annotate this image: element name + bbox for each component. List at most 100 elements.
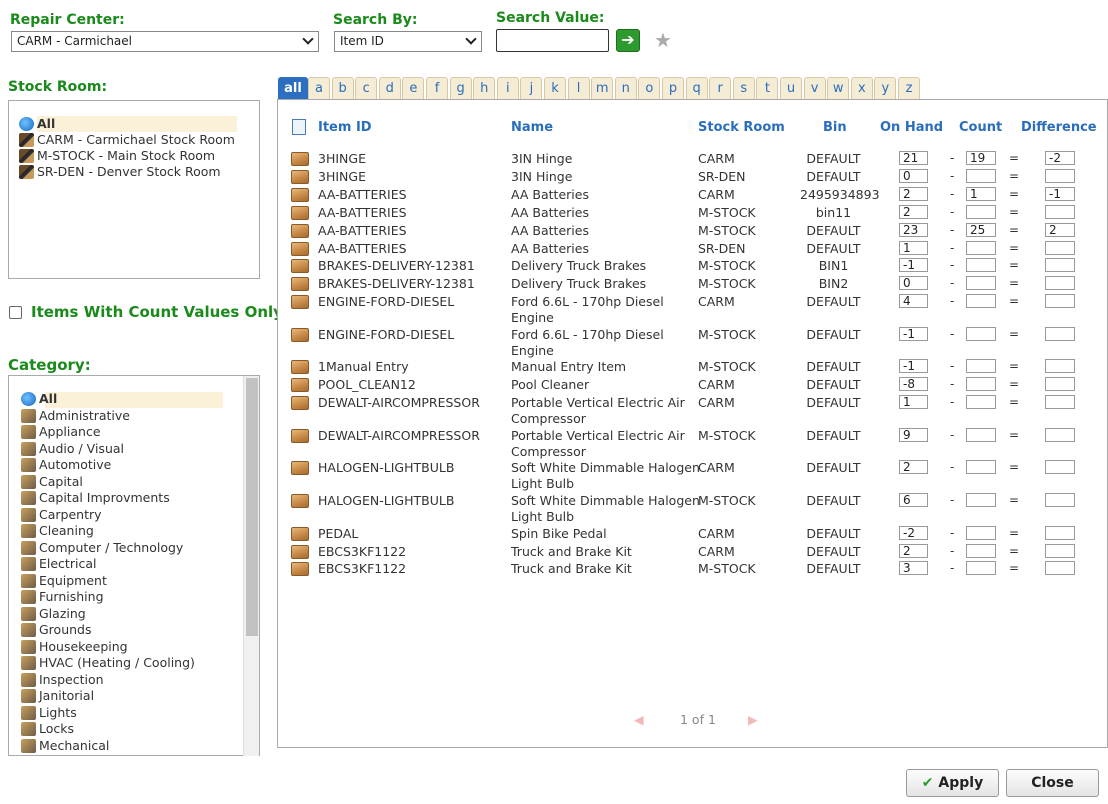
tab-r[interactable]: r (709, 77, 732, 99)
difference-field[interactable] (1045, 525, 1075, 540)
item-id[interactable]: 3HINGE (318, 151, 366, 167)
count-field[interactable]: 19 (966, 151, 996, 165)
tab-l[interactable]: l (567, 77, 590, 99)
on-hand-field[interactable]: 21 (899, 151, 928, 165)
count-field[interactable] (966, 525, 996, 540)
tab-y[interactable]: y (874, 77, 897, 99)
difference-field[interactable] (1045, 168, 1075, 183)
item-id[interactable]: DEWALT-AIRCOMPRESSOR (318, 428, 480, 444)
category-item[interactable]: Janitorial (21, 688, 94, 704)
count-field[interactable] (966, 240, 996, 255)
tab-c[interactable]: c (355, 77, 378, 99)
on-hand-field[interactable]: 6 (899, 493, 928, 507)
difference-field[interactable] (1045, 294, 1075, 309)
go-button[interactable]: ➔ (616, 29, 640, 52)
difference-field[interactable] (1045, 460, 1075, 475)
difference-field[interactable] (1045, 326, 1075, 341)
category-item[interactable]: Grounds (21, 622, 92, 638)
tab-w[interactable]: w (827, 77, 850, 99)
item-id[interactable]: AA-BATTERIES (318, 205, 407, 221)
item-id[interactable]: AA-BATTERIES (318, 187, 407, 203)
difference-field[interactable] (1045, 395, 1075, 410)
search-value-input[interactable] (496, 29, 609, 52)
scrollbar-thumb[interactable] (246, 378, 258, 636)
tab-u[interactable]: u (780, 77, 802, 99)
difference-field[interactable] (1045, 427, 1075, 442)
count-field[interactable] (966, 294, 996, 309)
stock-room-item-all[interactable]: All (19, 116, 55, 132)
close-button[interactable]: Close (1006, 769, 1099, 797)
difference-field[interactable] (1045, 561, 1075, 576)
category-item[interactable]: Housekeeping (21, 639, 128, 655)
on-hand-field[interactable]: 0 (899, 168, 928, 183)
item-id[interactable]: 1Manual Entry (318, 359, 409, 375)
category-item[interactable]: Capital Improvments (21, 490, 170, 506)
count-field[interactable] (966, 460, 996, 475)
on-hand-field[interactable]: -1 (899, 359, 928, 374)
item-id[interactable]: DEWALT-AIRCOMPRESSOR (318, 395, 480, 411)
difference-field[interactable] (1045, 276, 1075, 291)
tab-q[interactable]: q (685, 77, 708, 99)
item-id[interactable]: POOL_CLEAN12 (318, 377, 416, 393)
count-field[interactable]: 1 (966, 186, 996, 201)
count-field[interactable] (966, 168, 996, 183)
count-field[interactable] (966, 326, 996, 341)
category-item[interactable]: Miscell (21, 754, 81, 755)
category-item[interactable]: Audio / Visual (21, 441, 124, 457)
tab-f[interactable]: f (426, 77, 448, 99)
tab-n[interactable]: n (614, 77, 637, 99)
stock-room-item-mstock[interactable]: M-STOCK - Main Stock Room (19, 148, 215, 164)
tab-h[interactable]: h (473, 77, 496, 99)
tab-d[interactable]: d (378, 77, 401, 99)
item-id[interactable]: AA-BATTERIES (318, 223, 407, 239)
tab-e[interactable]: e (402, 77, 425, 99)
difference-field[interactable]: -1 (1045, 186, 1075, 201)
count-only-checkbox[interactable] (9, 306, 22, 319)
repair-center-select[interactable]: CARM - Carmichael (11, 31, 319, 52)
count-field[interactable]: 25 (966, 222, 996, 237)
on-hand-field[interactable]: -1 (899, 326, 928, 341)
header-count[interactable]: Count (959, 120, 1002, 135)
item-id[interactable]: 3HINGE (318, 169, 366, 185)
count-field[interactable] (966, 377, 996, 392)
on-hand-field[interactable]: -2 (899, 525, 928, 540)
category-item[interactable]: Cleaning (21, 523, 94, 539)
on-hand-field[interactable]: 2 (899, 543, 928, 558)
prev-page-icon[interactable]: ◀ (634, 712, 644, 727)
favorite-star-icon[interactable]: ★ (654, 29, 672, 51)
count-only-label[interactable]: Items With Count Values Only (31, 303, 283, 321)
on-hand-field[interactable]: 3 (899, 561, 928, 576)
item-id[interactable]: AA-BATTERIES (318, 241, 407, 257)
count-field[interactable] (966, 427, 996, 442)
difference-field[interactable] (1045, 377, 1075, 392)
on-hand-field[interactable]: 1 (899, 240, 928, 255)
next-page-icon[interactable]: ▶ (748, 712, 758, 727)
item-id[interactable]: EBCS3KF1122 (318, 544, 406, 560)
on-hand-field[interactable]: 2 (899, 460, 928, 475)
tab-j[interactable]: j (520, 77, 543, 99)
difference-field[interactable] (1045, 240, 1075, 255)
category-item[interactable]: HVAC (Heating / Cooling) (21, 655, 195, 671)
apply-button[interactable]: ✔ Apply (906, 769, 999, 797)
item-id[interactable]: PEDAL (318, 526, 358, 542)
tab-p[interactable]: p (662, 77, 684, 99)
on-hand-field[interactable]: 2 (899, 186, 928, 201)
tab-z[interactable]: z (898, 77, 920, 99)
header-stock-room[interactable]: Stock Room (698, 120, 785, 135)
on-hand-field[interactable]: -1 (899, 258, 928, 273)
on-hand-field[interactable]: 1 (899, 395, 928, 410)
item-id[interactable]: HALOGEN-LIGHTBULB (318, 460, 454, 476)
on-hand-field[interactable]: 2 (899, 204, 928, 219)
category-item[interactable]: Furnishing (21, 589, 104, 605)
header-on-hand[interactable]: On Hand (880, 120, 943, 135)
count-field[interactable] (966, 359, 996, 374)
difference-field[interactable] (1045, 359, 1075, 374)
item-id[interactable]: ENGINE-FORD-DIESEL (318, 294, 454, 310)
item-id[interactable]: EBCS3KF1122 (318, 561, 406, 577)
category-item[interactable]: Electrical (21, 556, 96, 572)
difference-field[interactable] (1045, 204, 1075, 219)
on-hand-field[interactable]: 23 (899, 222, 928, 237)
category-item[interactable]: Automotive (21, 457, 111, 473)
header-name[interactable]: Name (511, 120, 553, 135)
count-field[interactable] (966, 258, 996, 273)
